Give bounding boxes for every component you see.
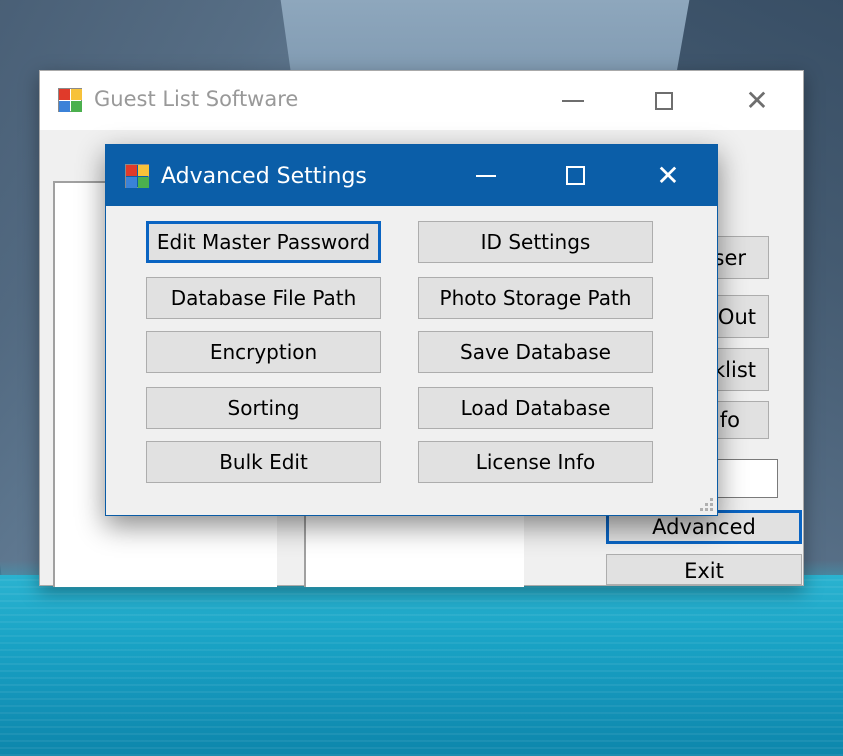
main-titlebar[interactable]: Guest List Software ✕ (40, 71, 803, 130)
edit-master-password-button[interactable]: Edit Master Password (146, 221, 381, 263)
save-database-button[interactable]: Save Database (418, 331, 653, 373)
encryption-button[interactable]: Encryption (146, 331, 381, 373)
sorting-button[interactable]: Sorting (146, 387, 381, 429)
database-file-path-label: Database File Path (170, 286, 357, 310)
dialog-maximize-button[interactable] (530, 145, 620, 206)
close-icon: ✕ (656, 158, 680, 192)
advanced-button-label: Advanced (652, 515, 756, 539)
exit-button-label: Exit (684, 559, 724, 583)
dialog-close-button[interactable]: ✕ (623, 145, 713, 206)
close-icon: ✕ (745, 83, 769, 117)
edit-master-password-label: Edit Master Password (156, 230, 371, 254)
wallpaper-lake (0, 575, 843, 756)
save-database-label: Save Database (460, 340, 611, 364)
sorting-label: Sorting (227, 396, 300, 420)
photo-storage-path-button[interactable]: Photo Storage Path (418, 277, 653, 319)
resize-grip-icon[interactable] (699, 497, 713, 511)
maximize-icon (565, 166, 585, 185)
maximize-icon (655, 91, 673, 110)
license-info-button[interactable]: License Info (418, 441, 653, 483)
load-database-label: Load Database (460, 396, 611, 420)
dialog-title: Advanced Settings (161, 164, 367, 189)
load-database-button[interactable]: Load Database (418, 387, 653, 429)
dialog-minimize-button[interactable] (441, 145, 531, 206)
encryption-label: Encryption (209, 340, 318, 364)
license-info-label: License Info (475, 450, 596, 474)
bulk-edit-button[interactable]: Bulk Edit (146, 441, 381, 483)
add-user-button-label: ser (713, 245, 747, 270)
app-icon (125, 164, 150, 189)
bulk-edit-label: Bulk Edit (219, 450, 308, 474)
id-settings-button[interactable]: ID Settings (418, 221, 653, 263)
main-maximize-button[interactable] (618, 71, 710, 130)
main-close-button[interactable]: ✕ (711, 71, 803, 130)
app-icon (58, 88, 83, 113)
minimize-icon (476, 174, 496, 177)
database-file-path-button[interactable]: Database File Path (146, 277, 381, 319)
main-window-title: Guest List Software (94, 87, 299, 111)
dialog-titlebar[interactable]: Advanced Settings ✕ (106, 145, 717, 206)
minimize-icon (562, 99, 584, 102)
advanced-settings-dialog: Advanced Settings ✕ Edit Master Password… (105, 144, 718, 516)
photo-storage-path-label: Photo Storage Path (439, 286, 632, 310)
id-settings-label: ID Settings (480, 230, 591, 254)
main-minimize-button[interactable] (527, 71, 619, 130)
exit-button[interactable]: Exit (606, 554, 802, 585)
